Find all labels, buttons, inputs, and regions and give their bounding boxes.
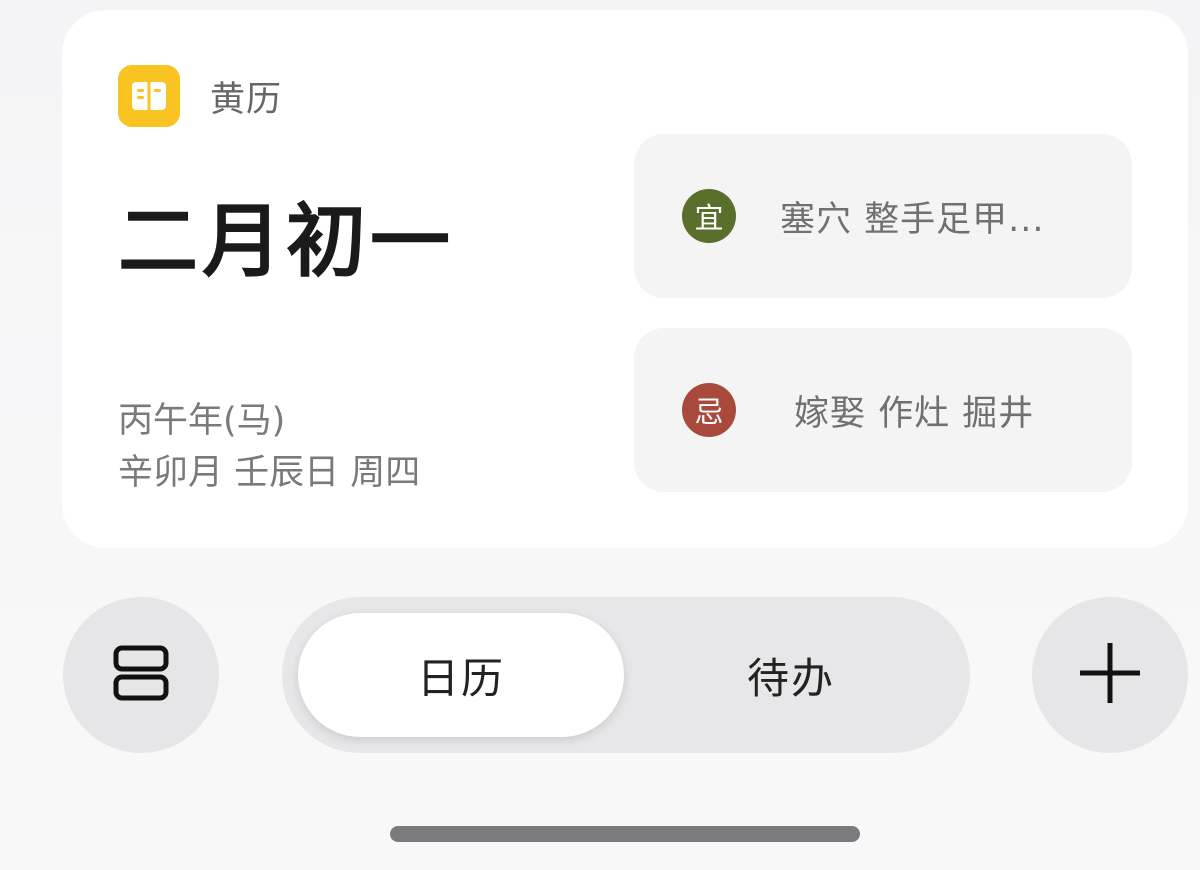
yi-suitable-panel[interactable]: 宜 塞穴 整手足甲... (634, 134, 1132, 298)
plus-icon (1078, 641, 1142, 709)
yi-badge: 宜 (682, 189, 736, 243)
almanac-widget[interactable]: 黄历 二月初一 丙午年(马) 辛卯月 壬辰日 周四 宜 塞穴 整手足甲... 忌… (62, 10, 1188, 548)
widget-header: 黄历 (118, 64, 282, 128)
home-indicator[interactable] (390, 826, 860, 842)
month-day-weekday-line: 辛卯月 壬辰日 周四 (118, 453, 421, 493)
lunar-date-title: 二月初一 (118, 195, 454, 288)
add-button[interactable] (1032, 597, 1188, 753)
tab-calendar[interactable]: 日历 (298, 613, 624, 737)
ganzhi-info: 丙午年(马) 辛卯月 壬辰日 周四 (118, 395, 420, 499)
tab-todo[interactable]: 待办 (628, 613, 954, 737)
ji-activities: 嫁娶 作灶 掘井 (794, 393, 1035, 434)
layout-toggle-icon (113, 645, 169, 705)
ji-avoid-panel[interactable]: 忌 嫁娶 作灶 掘井 (634, 328, 1132, 492)
app-name-label: 黄历 (210, 79, 283, 120)
almanac-book-icon (118, 65, 180, 127)
yi-activities: 塞穴 整手足甲... (780, 199, 1045, 240)
view-segmented-control: 日历 待办 (282, 597, 970, 753)
ji-badge: 忌 (682, 383, 736, 437)
year-line: 丙午年(马) (118, 401, 286, 441)
layout-toggle-button[interactable] (63, 597, 219, 753)
